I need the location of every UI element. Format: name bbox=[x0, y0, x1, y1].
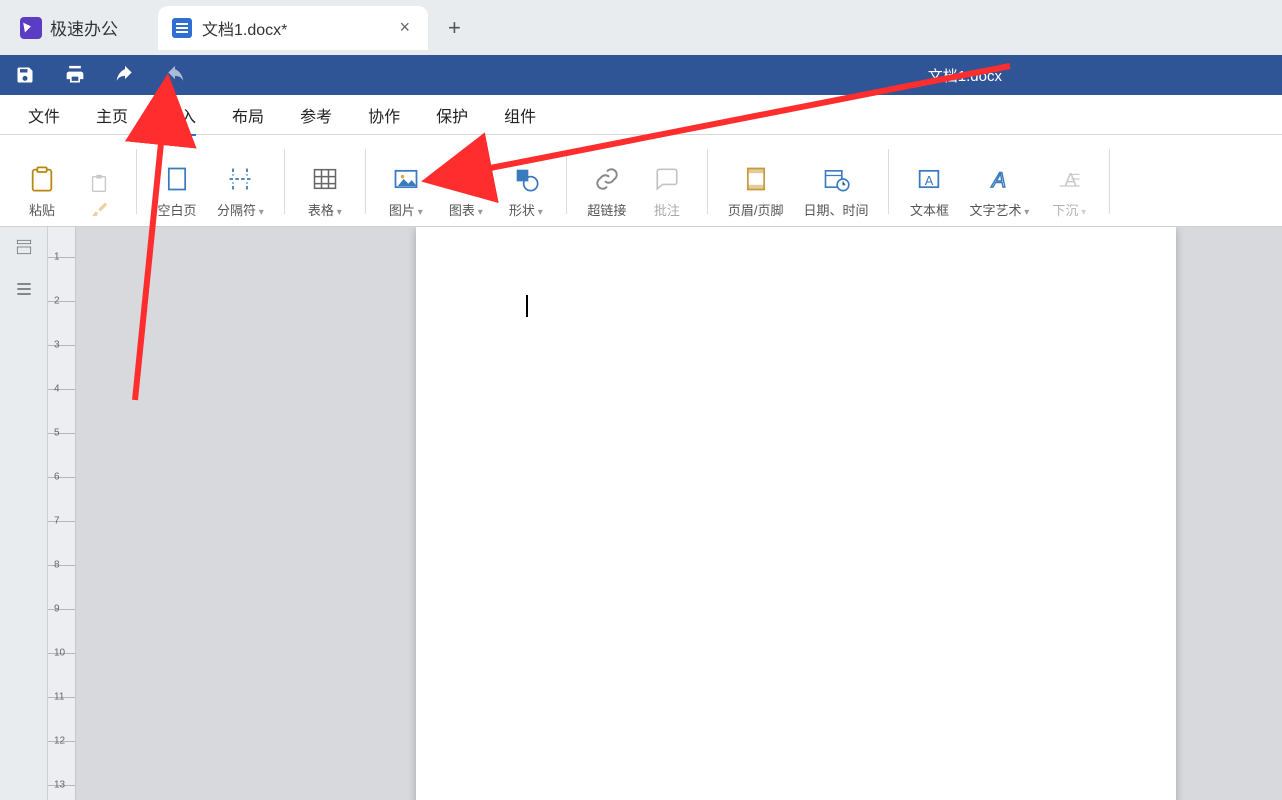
list-panel-icon[interactable] bbox=[12, 277, 36, 301]
tab-bar: 极速办公 文档1.docx* × + bbox=[0, 0, 1282, 55]
blank-page-icon bbox=[160, 162, 194, 196]
close-icon[interactable]: × bbox=[395, 17, 414, 38]
menu-collab[interactable]: 协作 bbox=[350, 95, 418, 135]
ruler-mark: 10 bbox=[54, 648, 65, 659]
dropcap-icon: A bbox=[1052, 162, 1086, 196]
chart-icon bbox=[449, 162, 483, 196]
new-tab-button[interactable]: + bbox=[428, 15, 481, 41]
clipboard-small-icon bbox=[82, 167, 116, 201]
redo-icon[interactable] bbox=[164, 64, 186, 86]
ruler-mark: 1 bbox=[54, 252, 60, 263]
document-icon bbox=[172, 18, 192, 38]
ribbon-insert: 粘贴 空白页 分隔符 bbox=[0, 135, 1282, 227]
chart-button[interactable]: 图表 bbox=[440, 143, 492, 221]
ruler-mark: 12 bbox=[54, 736, 65, 747]
ruler-mark: 2 bbox=[54, 296, 60, 307]
blank-page-button[interactable]: 空白页 bbox=[151, 143, 203, 221]
picture-icon bbox=[389, 162, 423, 196]
menu-home[interactable]: 主页 bbox=[78, 95, 146, 135]
ruler-mark: 5 bbox=[54, 428, 60, 439]
print-icon[interactable] bbox=[64, 64, 86, 86]
shapes-icon bbox=[509, 162, 543, 196]
menu-component[interactable]: 组件 bbox=[486, 95, 554, 135]
ruler-mark: 8 bbox=[54, 560, 60, 571]
dropcap-button[interactable]: A 下沉 bbox=[1043, 143, 1095, 221]
wordart-icon: A bbox=[982, 162, 1016, 196]
paste-options-button[interactable] bbox=[76, 143, 122, 221]
menu-file[interactable]: 文件 bbox=[10, 95, 78, 135]
comment-button[interactable]: 批注 bbox=[641, 143, 693, 221]
svg-text:A: A bbox=[990, 169, 1006, 192]
ruler-mark: 11 bbox=[54, 692, 64, 703]
tab-home[interactable]: 极速办公 bbox=[8, 8, 158, 48]
save-icon[interactable] bbox=[14, 64, 36, 86]
wordart-button[interactable]: A 文字艺术 bbox=[963, 143, 1035, 221]
tab-document-label: 文档1.docx* bbox=[202, 16, 385, 40]
menu-bar: 文件 主页 插入 布局 参考 协作 保护 组件 bbox=[0, 95, 1282, 135]
app-logo-icon bbox=[20, 17, 42, 39]
left-panel bbox=[0, 227, 48, 800]
titlebar-document-name: 文档1.docx bbox=[928, 65, 1002, 86]
menu-reference[interactable]: 参考 bbox=[282, 95, 350, 135]
menu-insert[interactable]: 插入 bbox=[146, 95, 214, 135]
vertical-ruler: 12345678910111213 bbox=[48, 227, 76, 800]
date-time-icon bbox=[819, 162, 853, 196]
separator-button[interactable]: 分隔符 bbox=[211, 143, 270, 221]
ruler-mark: 9 bbox=[54, 604, 60, 615]
svg-text:A: A bbox=[925, 172, 934, 187]
menu-protect[interactable]: 保护 bbox=[418, 95, 486, 135]
tab-document[interactable]: 文档1.docx* × bbox=[158, 6, 428, 50]
header-footer-button[interactable]: 页眉/页脚 bbox=[722, 143, 790, 221]
ruler-mark: 13 bbox=[54, 780, 65, 791]
ruler-mark: 4 bbox=[54, 384, 60, 395]
tab-home-label: 极速办公 bbox=[50, 15, 118, 40]
page-break-icon bbox=[223, 162, 257, 196]
picture-button[interactable]: 图片 bbox=[380, 143, 432, 221]
link-icon bbox=[590, 162, 624, 196]
workspace: 12345678910111213 bbox=[0, 227, 1282, 800]
ruler-mark: 3 bbox=[54, 340, 60, 351]
clipboard-icon bbox=[25, 162, 59, 196]
ruler-mark: 6 bbox=[54, 472, 60, 483]
document-area[interactable] bbox=[76, 227, 1282, 800]
brush-icon bbox=[82, 201, 116, 219]
header-footer-icon bbox=[739, 162, 773, 196]
quick-access-bar: 文档1.docx bbox=[0, 55, 1282, 95]
outline-panel-icon[interactable] bbox=[12, 235, 36, 259]
shape-button[interactable]: 形状 bbox=[500, 143, 552, 221]
textbox-icon: A bbox=[912, 162, 946, 196]
hyperlink-button[interactable]: 超链接 bbox=[581, 143, 633, 221]
comment-icon bbox=[650, 162, 684, 196]
ruler-mark: 7 bbox=[54, 516, 60, 527]
textbox-button[interactable]: A 文本框 bbox=[903, 143, 955, 221]
table-button[interactable]: 表格 bbox=[299, 143, 351, 221]
date-time-button[interactable]: 日期、时间 bbox=[797, 143, 874, 221]
menu-layout[interactable]: 布局 bbox=[214, 95, 282, 135]
text-cursor bbox=[526, 295, 528, 317]
paste-button[interactable]: 粘贴 bbox=[16, 143, 68, 221]
undo-icon[interactable] bbox=[114, 64, 136, 86]
document-page[interactable] bbox=[416, 227, 1176, 800]
table-icon bbox=[308, 162, 342, 196]
